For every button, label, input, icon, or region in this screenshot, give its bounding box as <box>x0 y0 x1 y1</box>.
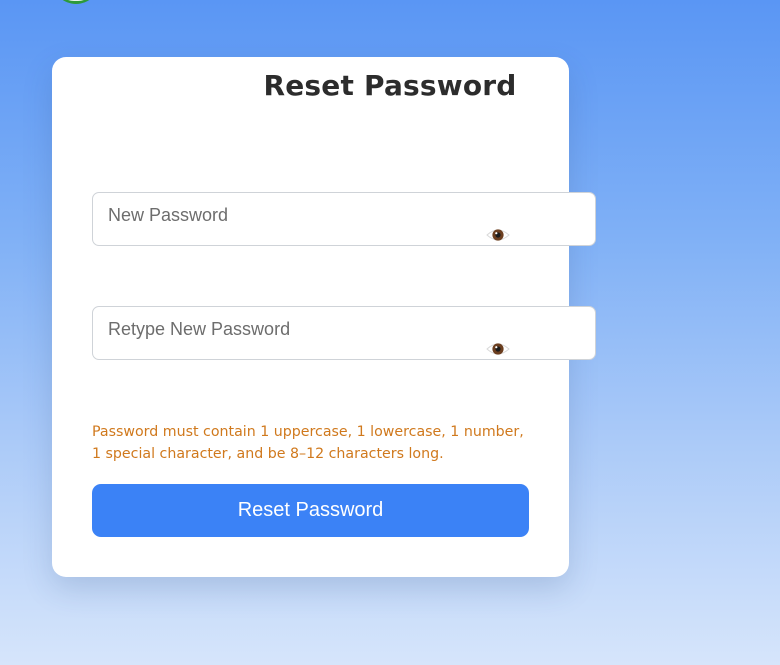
retype-password-input[interactable] <box>93 307 595 359</box>
page-title: Reset Password <box>263 69 517 102</box>
new-password-input[interactable] <box>93 193 595 245</box>
password-requirements-hint: Password must contain 1 uppercase, 1 low… <box>92 424 524 462</box>
eye-icon[interactable] <box>486 340 510 358</box>
logo <box>52 0 100 4</box>
eye-icon[interactable] <box>486 226 510 244</box>
retype-password-field <box>92 306 596 360</box>
reset-password-button[interactable]: Reset Password <box>92 484 529 537</box>
new-password-field <box>92 192 596 246</box>
